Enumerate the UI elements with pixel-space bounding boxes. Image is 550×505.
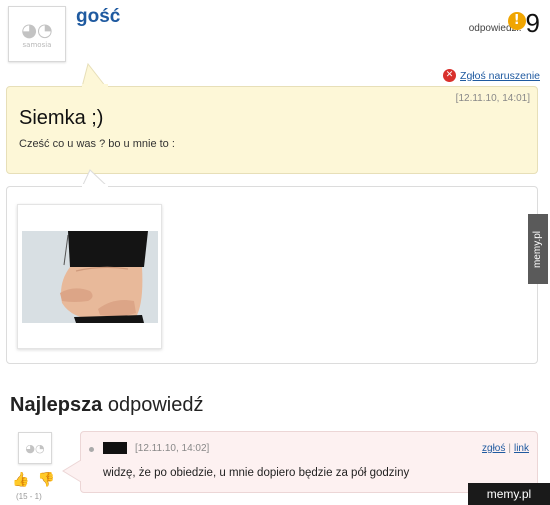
question-title: Siemka ;): [19, 107, 104, 129]
corner-watermark: memy.pl: [468, 483, 550, 505]
answer-timestamp: [12.11.10, 14:02]: [135, 443, 210, 454]
vote-score: (15 - 1): [16, 492, 42, 501]
answers-counter: ! odpowiedzi: 9: [469, 10, 540, 36]
answerer-avatar[interactable]: ◕◔: [18, 432, 52, 464]
exclamation-icon: !: [507, 12, 526, 30]
answer-report-link[interactable]: zgłoś: [482, 443, 505, 454]
attached-photo[interactable]: [17, 204, 162, 349]
avatar-caption: samosia: [22, 40, 52, 49]
attachment-box: [6, 186, 538, 364]
bullet-icon: [89, 447, 94, 452]
user-avatar[interactable]: ◕◔ samosia: [8, 6, 66, 62]
best-answer-heading: Najlepsza odpowiedź: [10, 394, 203, 417]
answer-permalink[interactable]: link: [514, 443, 529, 454]
photo-bubble-tail-cover: [82, 184, 108, 188]
answers-count: 9: [525, 8, 540, 38]
close-circle-icon: ✕: [443, 69, 457, 82]
side-watermark: memy.pl: [528, 214, 548, 284]
photo-image: [18, 205, 161, 348]
answer-bubble-tail: [62, 459, 82, 483]
vote-buttons: 👍 👎: [12, 472, 55, 488]
thumbs-down-icon[interactable]: 👎: [37, 472, 54, 488]
question-bubble-tail-cover: [82, 84, 108, 88]
report-violation[interactable]: ✕ Zgłoś naruszenie: [443, 69, 540, 82]
best-answer-heading-rest: odpowiedź: [102, 394, 204, 416]
question-body: Cześć co u was ? bo u mnie to :: [19, 138, 175, 150]
question-box: [12.11.10, 14:01] Siemka ;) Cześć co u w…: [6, 86, 538, 174]
avatar-placeholder-icon: ◕◔: [25, 441, 45, 455]
avatar-placeholder-icon: ◕◔: [21, 19, 53, 41]
side-watermark-text: memy.pl: [532, 230, 544, 268]
answer-actions: zgłoś | link: [482, 443, 529, 454]
report-violation-link[interactable]: Zgłoś naruszenie: [460, 70, 540, 82]
question-timestamp: [12.11.10, 14:01]: [455, 93, 530, 104]
thumbs-up-icon[interactable]: 👍: [12, 472, 29, 488]
redacted-username: [103, 442, 127, 454]
best-answer-heading-bold: Najlepsza: [10, 394, 103, 416]
answer-text: widzę, że po obiedzie, u mnie dopiero bę…: [103, 467, 410, 479]
username[interactable]: gość: [76, 6, 120, 28]
separator: |: [508, 443, 511, 454]
answer-bubble-tail-cover: [80, 461, 83, 481]
